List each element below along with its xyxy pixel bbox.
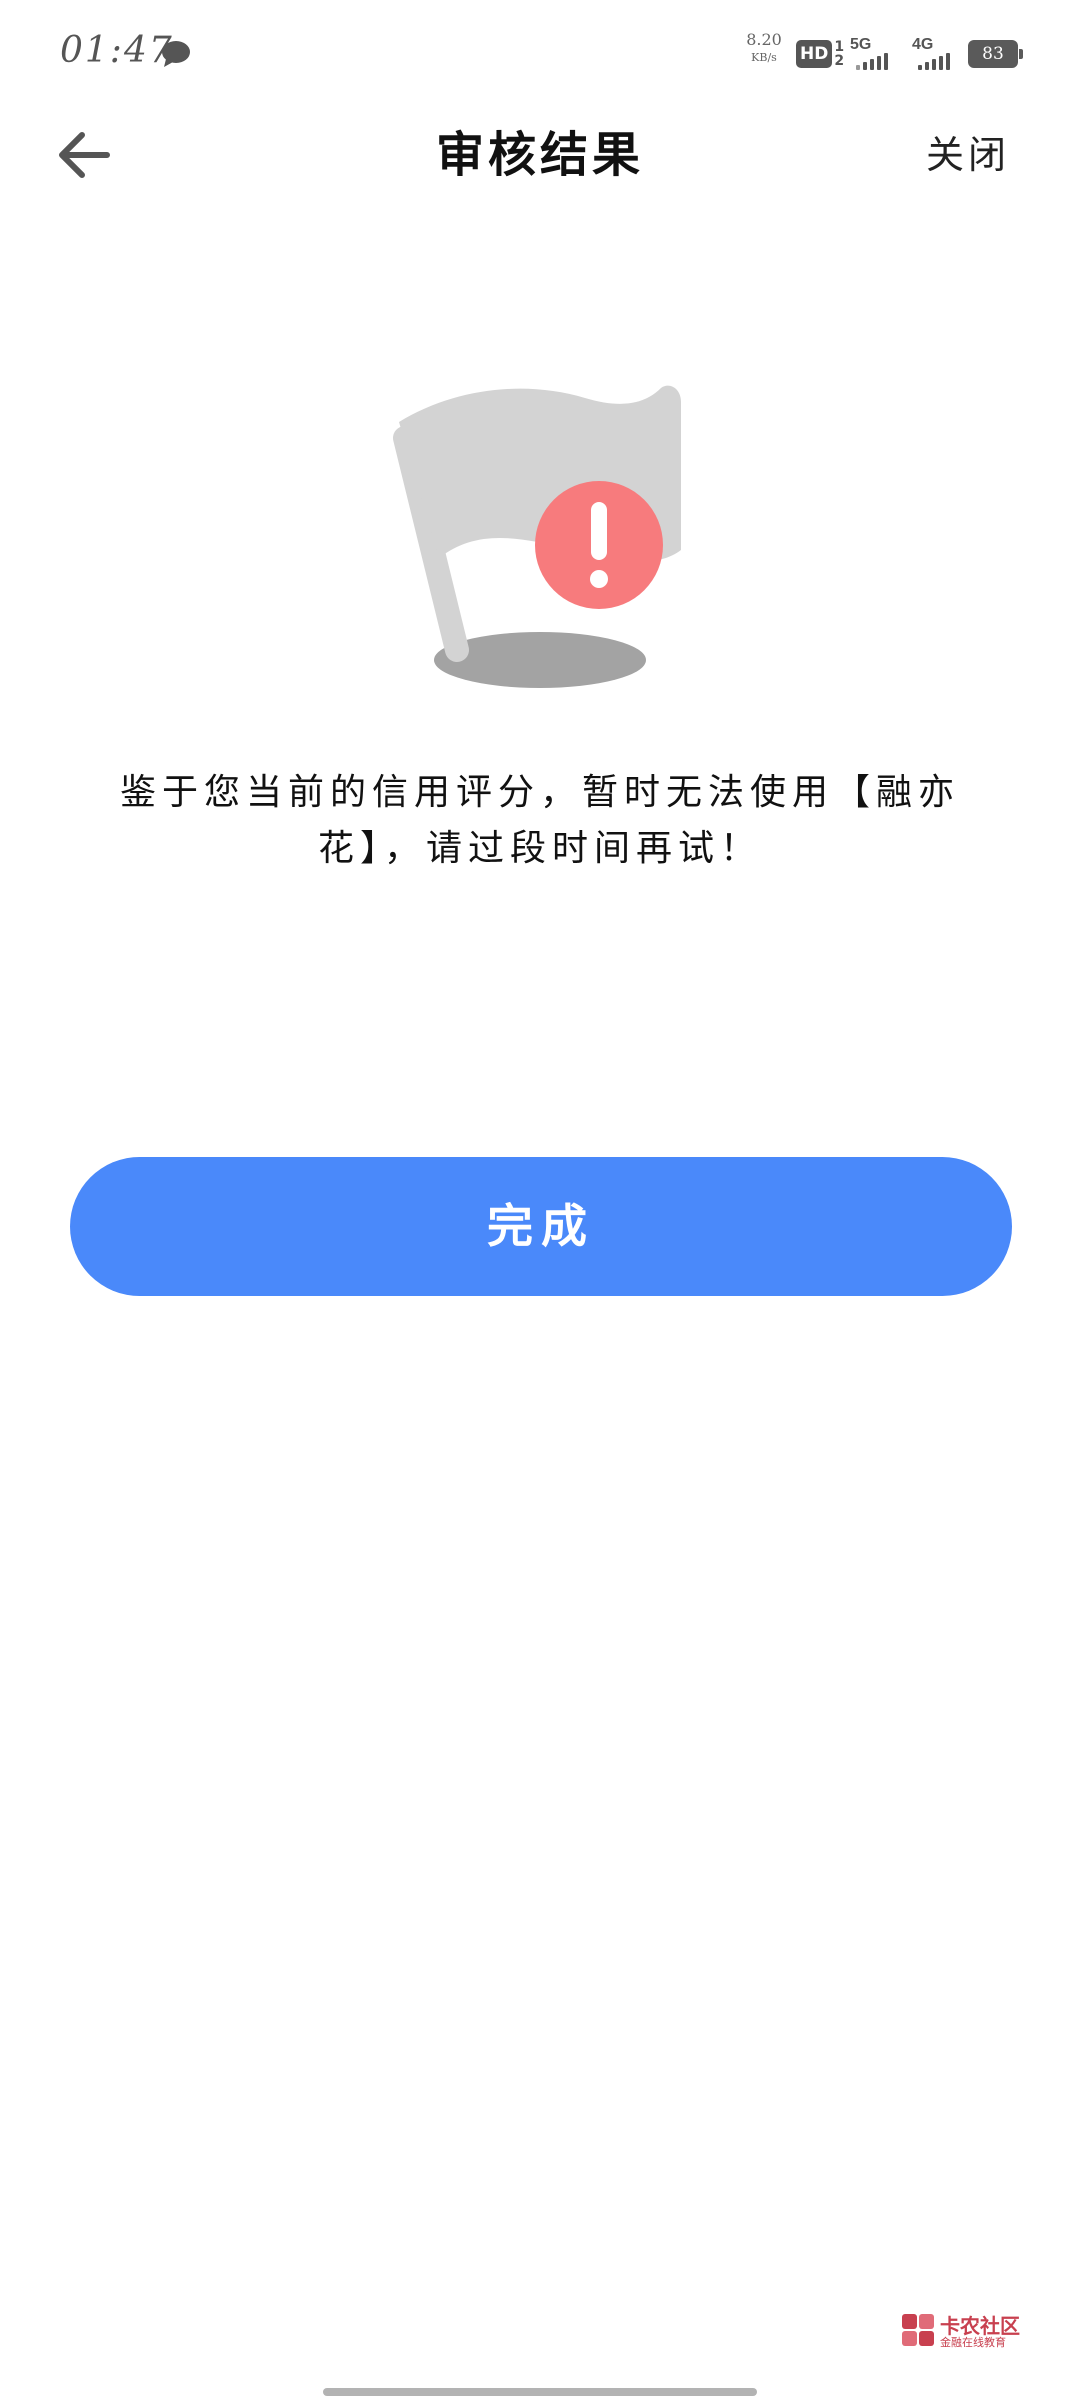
- signal-4g-label: 4G: [912, 36, 934, 53]
- hd-volte-icon: HD 1 2: [796, 38, 844, 70]
- battery-icon: 83: [968, 40, 1023, 68]
- watermark-logo-icon: [902, 2314, 934, 2346]
- hd-label: HD: [796, 40, 833, 68]
- flag-warning-icon: [393, 385, 681, 688]
- hd-sub-top: 1: [834, 39, 845, 55]
- watermark: 卡农社区 金融在线教育: [900, 2310, 1025, 2352]
- top-nav-bar: 审核结果 关闭: [0, 105, 1080, 205]
- status-bar: 01:47 8.20 KB/s HD 1 2 5G 4G 83: [0, 0, 1080, 105]
- network-speed-unit: KB/s: [751, 51, 777, 64]
- network-speed: 8.20 KB/s: [745, 30, 783, 66]
- signal-5g-icon: 5G: [850, 36, 902, 72]
- result-message-line-2: 花】，请过段时间再试！: [317, 828, 762, 869]
- message-icon: [162, 41, 190, 67]
- battery-level: 83: [982, 44, 1004, 64]
- watermark-subtitle: 金融在线教育: [940, 2336, 1006, 2349]
- network-speed-value: 8.20: [746, 30, 782, 49]
- signal-5g-label: 5G: [850, 36, 872, 53]
- done-button[interactable]: 完成: [70, 1157, 1012, 1296]
- hd-sub-bottom: 2: [834, 53, 845, 69]
- audit-result-page: 01:47 8.20 KB/s HD 1 2 5G 4G 83 审核结果 关闭 …: [0, 0, 1080, 2400]
- home-indicator[interactable]: [323, 2388, 757, 2396]
- close-button[interactable]: 关闭: [926, 105, 1010, 205]
- alert-dot: [590, 570, 608, 588]
- page-title: 审核结果: [435, 127, 644, 183]
- result-message: 鉴于您当前的信用评分，暂时无法使用【融亦 花】，请过段时间再试！: [120, 765, 960, 877]
- status-time: 01:47: [60, 30, 174, 71]
- alert-mark: [591, 502, 607, 560]
- result-message-line-1: 鉴于您当前的信用评分，暂时无法使用【融亦: [120, 772, 961, 813]
- signal-4g-icon: 4G: [912, 36, 964, 72]
